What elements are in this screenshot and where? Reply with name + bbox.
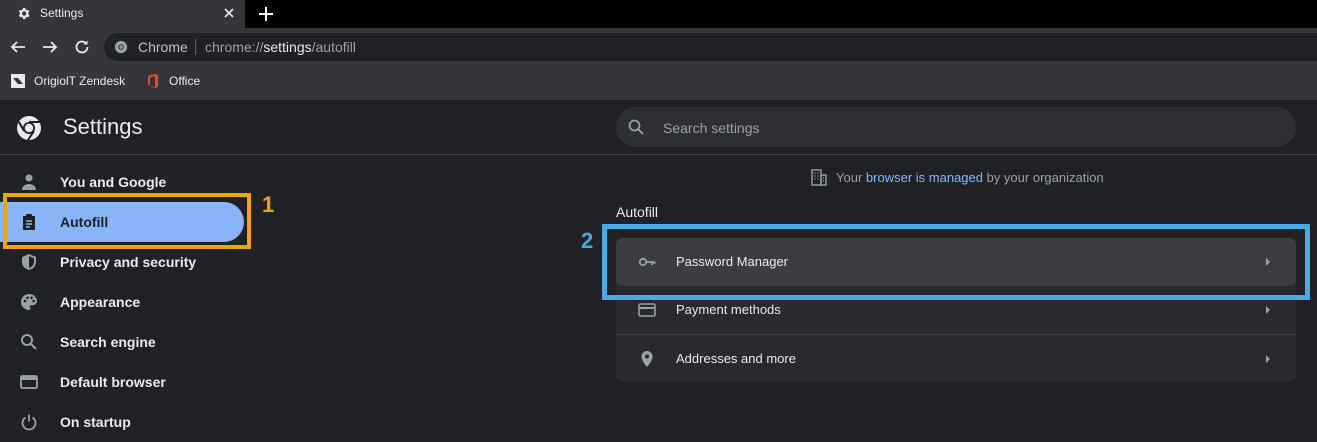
sidebar-item-search-engine[interactable]: Search engine: [0, 322, 244, 362]
shield-icon: [22, 254, 36, 270]
browser-toolbar: Chrome chrome://settings/autofill: [0, 28, 1317, 66]
addresses-row[interactable]: Addresses and more: [616, 334, 1296, 383]
search-icon: [21, 334, 37, 350]
url-path: /autofill: [311, 39, 356, 55]
tab-title: Settings: [40, 6, 84, 20]
sidebar-item-appearance[interactable]: Appearance: [0, 282, 244, 322]
close-icon[interactable]: [222, 6, 236, 20]
url-scheme: chrome://: [205, 39, 264, 55]
tab-settings[interactable]: Settings: [0, 0, 245, 28]
url-text[interactable]: chrome://settings/autofill: [205, 39, 356, 55]
chrome-logo-icon: [17, 116, 41, 141]
sidebar-item-label: Appearance: [60, 294, 141, 310]
browser-icon: [20, 375, 38, 389]
managed-prefix: Your: [836, 169, 863, 185]
sidebar-item-label: You and Google: [60, 174, 167, 190]
sidebar-item-label: Privacy and security: [60, 254, 197, 270]
managed-link[interactable]: browser is managed: [866, 170, 983, 185]
row-label: Payment methods: [676, 302, 781, 317]
omnibox-chip: Chrome: [138, 39, 188, 55]
row-label: Addresses and more: [676, 351, 796, 366]
highlight-box-2: [602, 224, 1310, 300]
reload-icon[interactable]: [73, 38, 91, 56]
new-tab-plus-icon[interactable]: [257, 5, 275, 23]
page-title: Settings: [63, 114, 143, 139]
power-icon: [21, 414, 37, 431]
office-icon: [148, 74, 158, 88]
chrome-icon: [114, 40, 128, 54]
location-pin-icon: [641, 351, 653, 367]
address-bar[interactable]: Chrome chrome://settings/autofill: [104, 33, 1317, 61]
settings-header: Settings: [0, 100, 1317, 155]
bookmark-label: OrigiolT Zendesk: [34, 74, 126, 88]
search-icon: [628, 119, 644, 135]
credit-card-icon: [638, 303, 656, 317]
forward-arrow-icon[interactable]: [41, 38, 59, 56]
sidebar-item-label: Search engine: [60, 334, 156, 350]
bookmarks-bar: OrigiolT Zendesk Office: [0, 66, 1317, 100]
sidebar-item-default-browser[interactable]: Default browser: [0, 362, 244, 402]
sidebar-item-label: On startup: [60, 414, 131, 430]
search-input[interactable]: [661, 107, 1265, 149]
search-box[interactable]: [616, 107, 1296, 149]
palette-icon: [21, 294, 37, 310]
back-arrow-icon[interactable]: [9, 38, 27, 56]
chevron-right-icon: [1266, 355, 1270, 363]
sidebar-item-on-startup[interactable]: On startup: [0, 402, 244, 442]
section-title: Autofill: [616, 204, 659, 220]
bookmark-zendesk[interactable]: OrigiolT Zendesk: [10, 73, 125, 89]
chevron-right-icon: [1266, 306, 1270, 314]
annotation-marker-1: 1: [262, 192, 275, 217]
building-icon: [811, 169, 827, 186]
gear-icon: [18, 7, 30, 20]
sidebar-item-label: Default browser: [60, 374, 166, 390]
highlight-box-1: [3, 193, 251, 249]
bookmark-label: Office: [169, 74, 201, 88]
managed-notice: Your browser is managed by your organiza…: [810, 168, 1104, 186]
managed-suffix: by your organization: [986, 169, 1104, 185]
omnibox-separator: [195, 39, 196, 55]
bookmark-office[interactable]: Office: [145, 73, 200, 89]
person-icon: [22, 174, 36, 190]
url-host: settings: [263, 39, 312, 55]
annotation-marker-2: 2: [581, 228, 594, 253]
tab-strip: Settings: [0, 0, 1317, 28]
zendesk-icon: [11, 74, 25, 88]
